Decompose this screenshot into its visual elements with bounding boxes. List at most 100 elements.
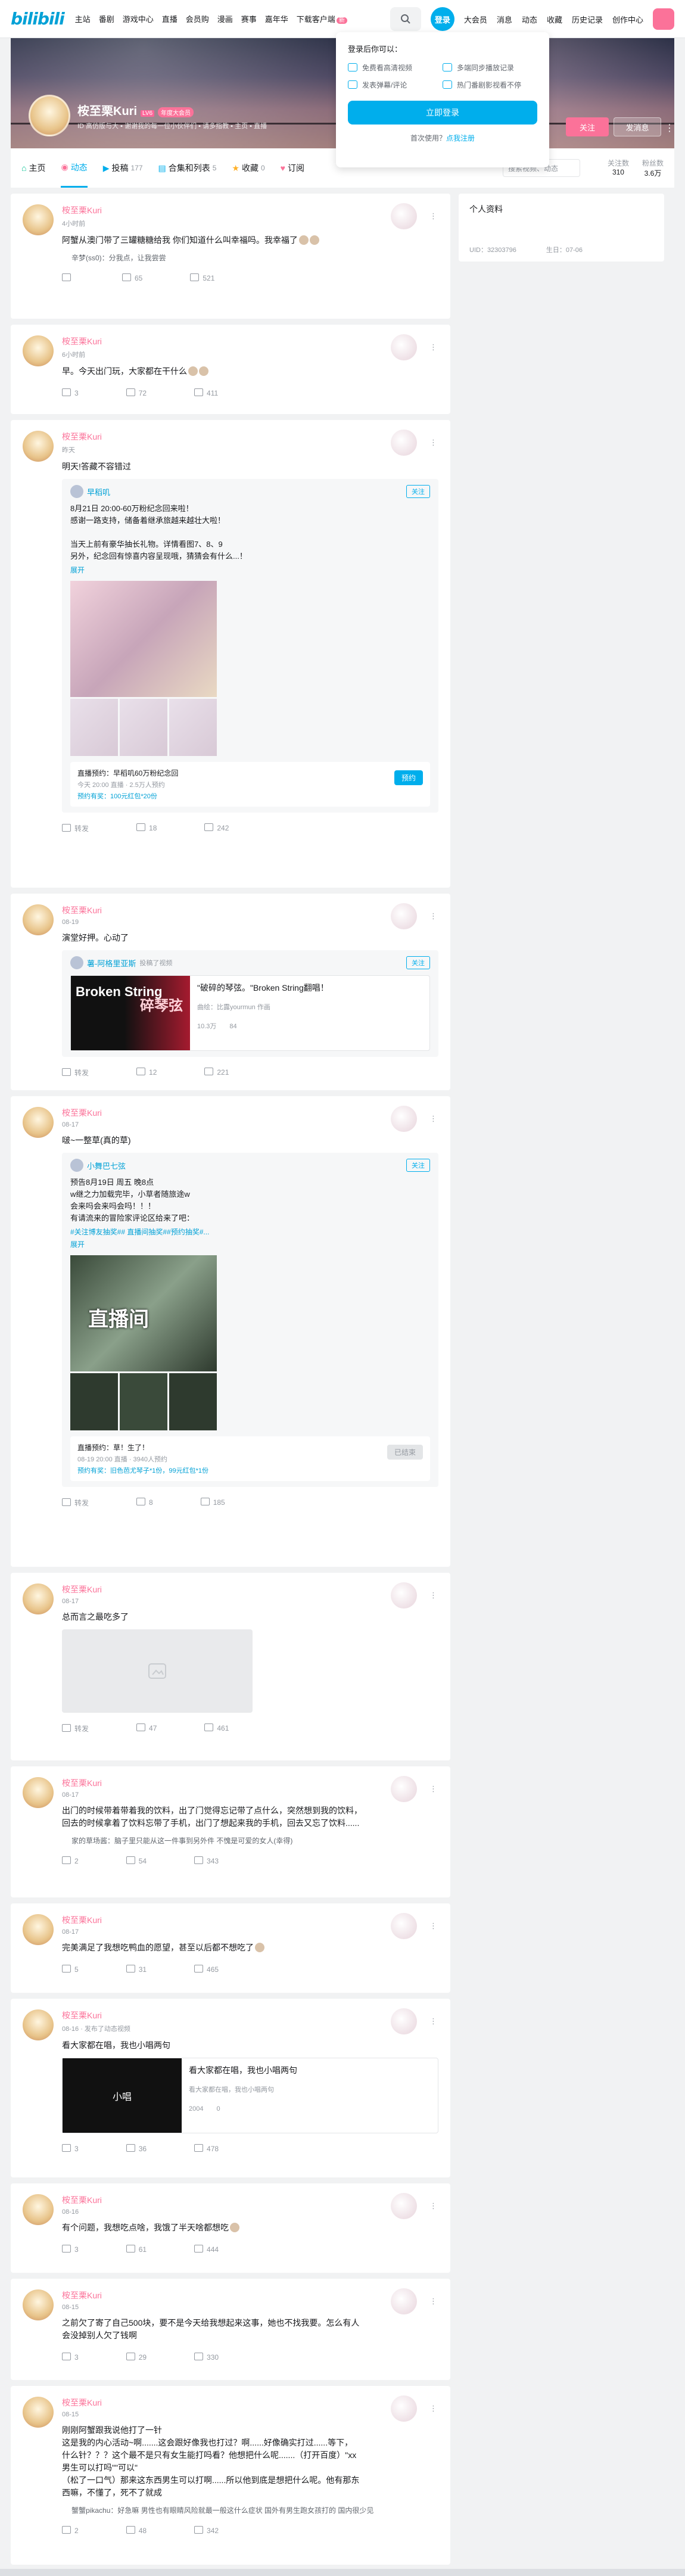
like-button[interactable]: 242 — [204, 823, 229, 833]
message-button[interactable]: 发消息 — [614, 117, 661, 136]
video-cover[interactable]: 小唱 — [63, 2058, 182, 2133]
image-thumb[interactable] — [70, 1373, 118, 1430]
horizontal-scrollbar[interactable] — [0, 2569, 685, 2576]
nav-item[interactable]: 会员购 — [186, 13, 209, 24]
nav-item[interactable]: 漫画 — [217, 13, 233, 24]
nav-right-item[interactable]: 动态 — [522, 14, 537, 25]
follow-button[interactable]: 关注 — [406, 1159, 430, 1172]
post-author[interactable]: 桉至栗Kuri — [62, 431, 438, 443]
forwarded-post[interactable]: 小舞巴七弦 关注 预告8月19日 周五 晚8点 w继之力加载完毕，小草者随旅途w… — [62, 1153, 438, 1487]
topic-tags[interactable]: #关注博友抽奖## 直播间抽奖##预约抽奖#... — [70, 1227, 430, 1237]
post-avatar[interactable] — [23, 2194, 54, 2225]
post-author[interactable]: 桉至栗Kuri — [62, 1583, 438, 1595]
post-avatar[interactable] — [23, 431, 54, 462]
forwarded-author[interactable]: 早稻叽 — [70, 485, 430, 498]
forward-button[interactable]: 3 — [62, 2245, 79, 2254]
post-author[interactable]: 桉至栗Kuri — [62, 904, 438, 916]
comment-button[interactable]: 72 — [126, 388, 147, 397]
tab-favorites[interactable]: ★ 收藏 0 — [232, 162, 264, 174]
search-button[interactable] — [390, 7, 421, 31]
forward-button[interactable]: 2 — [62, 1856, 79, 1865]
hot-comment[interactable]: 蟹蟹pikachu：好急嘛 男性也有眼睛风险就最一般这什么症状 国外有男生跑女孩… — [62, 2505, 438, 2515]
like-button[interactable]: 342 — [194, 2526, 219, 2535]
comment-button[interactable]: 61 — [126, 2245, 147, 2254]
post-author[interactable]: 桉至栗Kuri — [62, 335, 438, 347]
reservation-reward[interactable]: 预约有奖：旧色芭尤琴子*1份，99元红包*1份 — [77, 1466, 423, 1475]
follow-button[interactable]: 关注 — [566, 117, 609, 136]
nav-item[interactable]: 赛事 — [241, 13, 257, 24]
forward-button[interactable]: 3 — [62, 2353, 79, 2362]
forwarded-post[interactable]: 薯-阿格里亚斯 投稿了视频 关注 Broken String 碎琴弦 "破碎的琴弦… — [62, 950, 438, 1057]
nav-right-item[interactable]: 大会员 — [464, 14, 487, 25]
post-author[interactable]: 桉至栗Kuri — [62, 2289, 438, 2301]
nav-item[interactable]: 番剧 — [99, 13, 114, 24]
expand-link[interactable]: 展开 — [70, 1239, 430, 1249]
post-avatar[interactable] — [23, 204, 54, 235]
tab-subscriptions[interactable]: ♥ 订阅 — [281, 162, 304, 174]
post-author[interactable]: 桉至栗Kuri — [62, 1914, 438, 1926]
forward-button[interactable]: 5 — [62, 1965, 79, 1974]
nav-download[interactable]: 下载客户端新 — [297, 13, 347, 24]
reservation-reward[interactable]: 预约有奖：100元红包*20份 — [77, 791, 423, 801]
image-thumb[interactable] — [70, 699, 118, 756]
forward-button[interactable] — [62, 273, 74, 282]
post-author[interactable]: 桉至栗Kuri — [62, 2009, 438, 2021]
like-button[interactable]: 461 — [204, 1723, 229, 1734]
video-card[interactable]: Broken String 碎琴弦 "破碎的琴弦。"Broken String翻… — [70, 975, 430, 1051]
nav-item[interactable]: 直播 — [162, 13, 178, 24]
like-button[interactable]: 465 — [194, 1965, 219, 1974]
comment-button[interactable]: 47 — [136, 1723, 157, 1734]
stat-following[interactable]: 关注数 310 — [608, 158, 629, 178]
post-author[interactable]: 桉至栗Kuri — [62, 2194, 438, 2206]
image-thumb[interactable] — [169, 699, 217, 756]
comment-button[interactable]: 31 — [126, 1965, 147, 1974]
nav-right-item[interactable]: 收藏 — [547, 14, 562, 25]
login-button[interactable]: 立即登录 — [348, 101, 537, 125]
bilibili-logo[interactable]: bilibili — [11, 9, 65, 29]
comment-button[interactable]: 48 — [126, 2526, 147, 2535]
comment-button[interactable]: 12 — [136, 1068, 157, 1078]
login-avatar[interactable]: 登录 — [430, 7, 454, 31]
video-cover[interactable]: Broken String 碎琴弦 — [71, 976, 190, 1050]
comment-button[interactable]: 36 — [126, 2144, 147, 2153]
upload-button[interactable] — [653, 8, 674, 30]
comment-button[interactable]: 65 — [122, 273, 142, 282]
more-icon[interactable]: ⋮ — [429, 2297, 437, 2306]
more-icon[interactable]: ⋮ — [429, 211, 437, 221]
image-thumb[interactable] — [120, 1373, 167, 1430]
tab-videos[interactable]: ▶ 投稿 177 — [103, 162, 143, 174]
forward-button[interactable]: 2 — [62, 2526, 79, 2535]
tab-collections[interactable]: ▤ 合集和列表 5 — [158, 162, 217, 174]
more-icon[interactable]: ⋮ — [429, 1591, 437, 1600]
video-card[interactable]: 小唱 看大家都在唱，我也小唱两句 看大家都在唱，我也小唱两句 2004 0 — [62, 2058, 438, 2133]
forward-button[interactable]: 3 — [62, 388, 79, 397]
like-button[interactable]: 411 — [194, 388, 218, 397]
forwarded-post[interactable]: 早稻叽 关注 8月21日 20:00-60万粉纪念回来啦！ 感谢一路支持，储备着… — [62, 479, 438, 813]
post-avatar[interactable] — [23, 1914, 54, 1945]
post-avatar[interactable] — [23, 1583, 54, 1614]
more-icon[interactable]: ⋮ — [429, 438, 437, 447]
comment-button[interactable]: 18 — [136, 823, 157, 833]
image-thumb[interactable] — [70, 581, 217, 697]
register-link[interactable]: 点我注册 — [446, 134, 475, 142]
more-icon[interactable]: ⋮ — [429, 2201, 437, 2211]
like-button[interactable]: 444 — [194, 2245, 219, 2254]
tab-home[interactable]: ⌂ 主页 — [21, 162, 45, 174]
like-button[interactable]: 185 — [201, 1498, 225, 1508]
more-icon[interactable]: ⋮ — [429, 2404, 437, 2413]
follow-button[interactable]: 关注 — [406, 956, 430, 969]
post-avatar[interactable] — [23, 2289, 54, 2320]
post-avatar[interactable] — [23, 2009, 54, 2040]
nav-item[interactable]: 游戏中心 — [123, 13, 154, 24]
forwarded-author[interactable]: 薯-阿格里亚斯 投稿了视频 — [70, 956, 430, 969]
image-placeholder[interactable] — [62, 1629, 253, 1713]
forward-button[interactable]: 3 — [62, 2144, 79, 2153]
post-author[interactable]: 桉至栗Kuri — [62, 204, 438, 216]
avatar[interactable] — [29, 95, 70, 136]
image-thumb[interactable]: 直播间 — [70, 1255, 217, 1371]
forward-button[interactable]: 转发 — [62, 1498, 89, 1508]
nav-right-item[interactable]: 创作中心 — [612, 14, 643, 25]
forward-button[interactable]: 转发 — [62, 823, 89, 833]
more-icon[interactable]: ⋮ — [429, 1921, 437, 1931]
like-button[interactable]: 221 — [204, 1068, 229, 1078]
